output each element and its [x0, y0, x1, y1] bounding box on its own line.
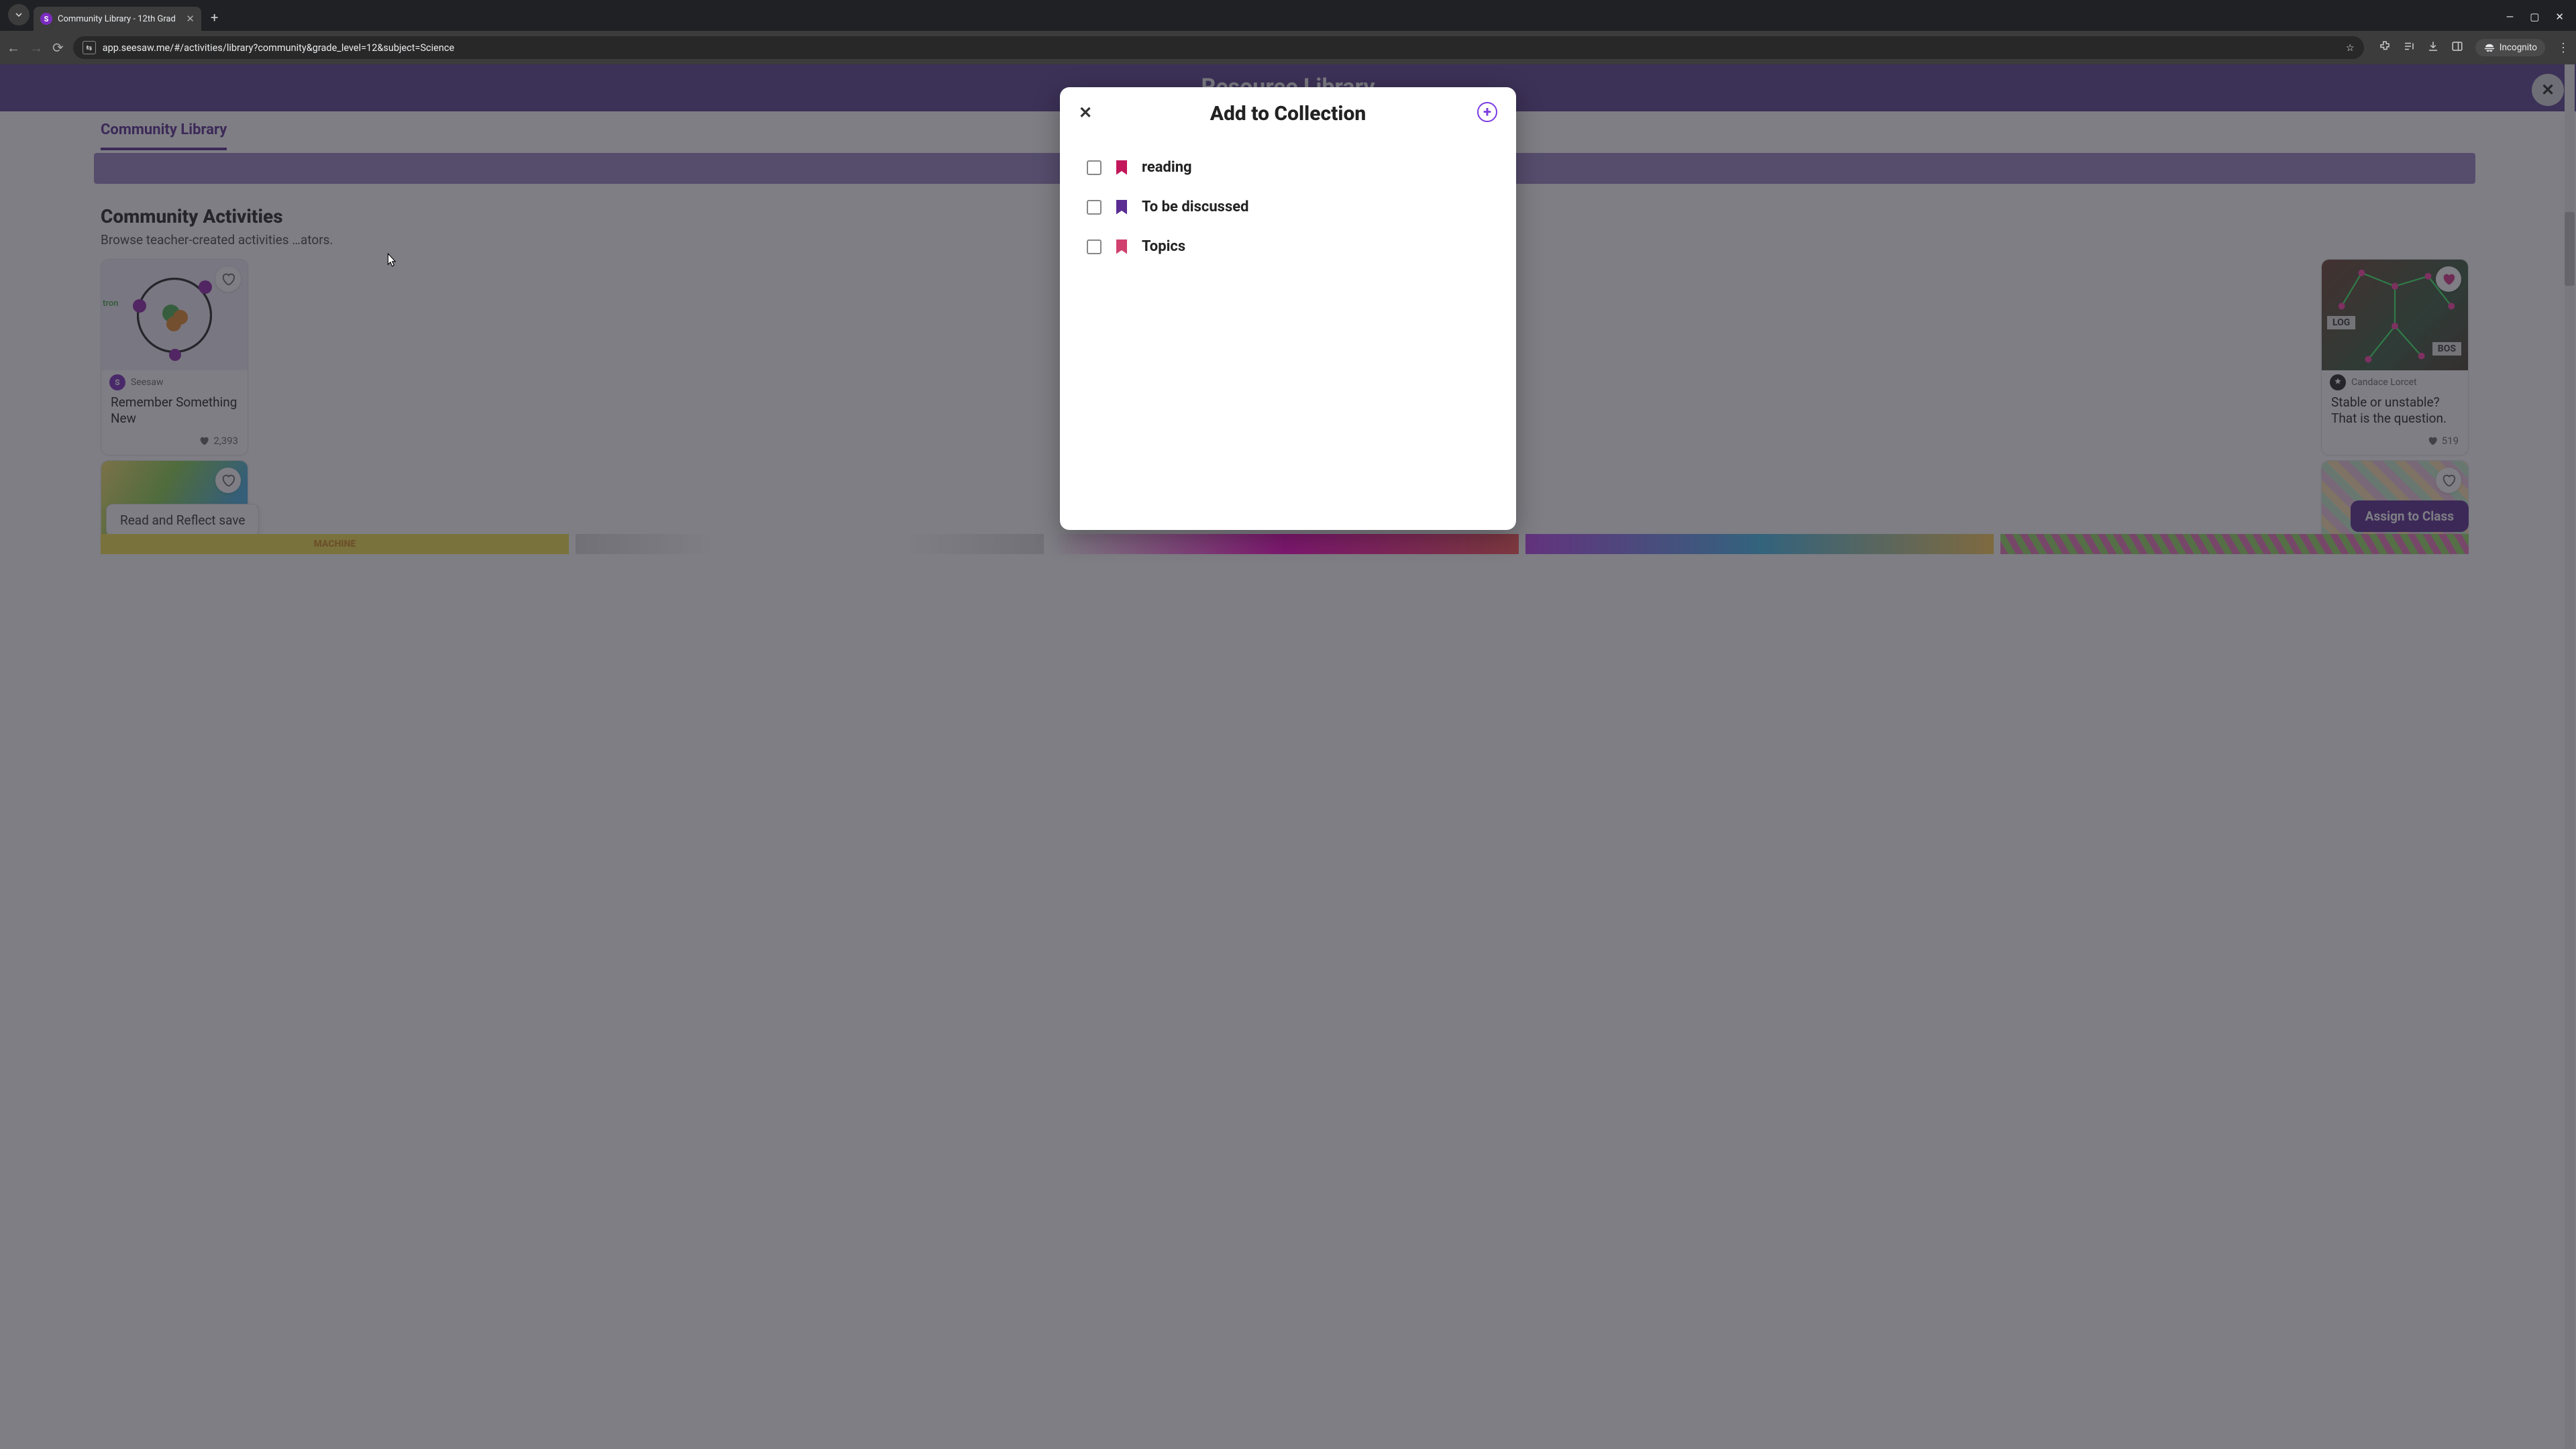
browser-tab[interactable]: S Community Library - 12th Grad ✕ [34, 7, 201, 31]
collection-item-reading[interactable]: reading [1087, 159, 1489, 176]
downloads-icon[interactable] [2427, 40, 2439, 55]
browser-menu-icon[interactable]: ⋮ [2557, 41, 2569, 55]
checkbox[interactable] [1087, 200, 1102, 215]
checkbox[interactable] [1087, 239, 1102, 254]
maximize-button[interactable]: ▢ [2530, 11, 2539, 23]
collection-item-topics[interactable]: Topics [1087, 238, 1489, 255]
add-collection-button[interactable]: + [1477, 102, 1497, 122]
browser-toolbar: ← → ⟳ ⇆ app.seesaw.me/#/activities/libra… [0, 31, 2576, 64]
collection-list: reading To be discussed Topics [1079, 146, 1497, 268]
window-controls: — ▢ ✕ [2494, 11, 2576, 31]
collection-label: reading [1142, 159, 1192, 176]
tab-favicon: S [40, 13, 52, 25]
tab-search-button[interactable] [8, 4, 30, 25]
tab-title: Community Library - 12th Grad [58, 14, 176, 24]
reload-button[interactable]: ⟳ [52, 40, 64, 56]
modal-title: Add to Collection [1210, 102, 1366, 125]
minimize-button[interactable]: — [2506, 11, 2514, 23]
close-window-button[interactable]: ✕ [2555, 11, 2564, 23]
back-button[interactable]: ← [7, 40, 20, 56]
browser-tabstrip: S Community Library - 12th Grad ✕ + — ▢ … [0, 0, 2576, 31]
bookmark-icon [1116, 200, 1127, 215]
collection-item-to-be-discussed[interactable]: To be discussed [1087, 199, 1489, 215]
page-viewport: Resource Library ✕ Community Library Com… [0, 64, 2576, 1449]
forward-button[interactable]: → [30, 40, 43, 56]
new-tab-button[interactable]: + [201, 9, 227, 31]
extensions-icon[interactable] [2379, 40, 2391, 55]
site-info-icon[interactable]: ⇆ [83, 41, 96, 54]
address-bar[interactable]: ⇆ app.seesaw.me/#/activities/library?com… [73, 36, 2364, 59]
bookmark-icon [1116, 160, 1127, 175]
bookmark-star-icon[interactable]: ☆ [2346, 42, 2355, 54]
incognito-label: Incognito [2500, 42, 2537, 53]
bookmark-icon [1116, 239, 1127, 254]
tab-close-button[interactable]: ✕ [186, 13, 195, 25]
add-to-collection-modal: ✕ Add to Collection + reading To be disc… [1060, 87, 1516, 530]
collection-label: Topics [1142, 238, 1185, 255]
collection-label: To be discussed [1142, 199, 1249, 215]
incognito-badge[interactable]: Incognito [2475, 39, 2545, 56]
checkbox[interactable] [1087, 160, 1102, 175]
reading-list-icon[interactable] [2403, 40, 2415, 55]
url-text: app.seesaw.me/#/activities/library?commu… [103, 42, 454, 54]
modal-close-button[interactable]: ✕ [1079, 103, 1092, 122]
side-panel-icon[interactable] [2451, 40, 2463, 55]
